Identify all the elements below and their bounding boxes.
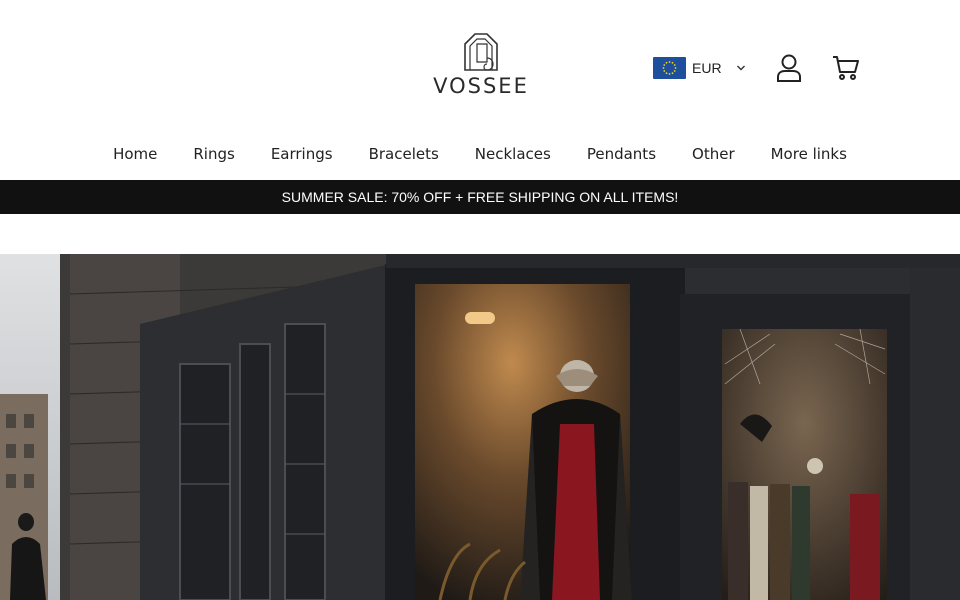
nav-item-rings[interactable]: Rings (193, 131, 234, 177)
chevron-down-icon (736, 65, 745, 71)
cart-button[interactable] (831, 53, 861, 83)
announcement-text: SUMMER SALE: 70% OFF + FREE SHIPPING ON … (281, 189, 679, 205)
user-icon (777, 54, 801, 82)
announcement-bar: SUMMER SALE: 70% OFF + FREE SHIPPING ON … (0, 180, 960, 214)
hero-image (0, 254, 960, 600)
nav-item-earrings[interactable]: Earrings (271, 131, 333, 177)
account-button[interactable] (774, 53, 804, 83)
nav-item-bracelets[interactable]: Bracelets (369, 131, 439, 177)
cart-icon (833, 56, 859, 80)
nav-item-pendants[interactable]: Pendants (587, 131, 656, 177)
nav-item-home[interactable]: Home (113, 131, 157, 177)
currency-code: EUR (692, 60, 722, 76)
site-header: VOSSEE EUR (0, 0, 960, 128)
main-navigation: Home Rings Earrings Bracelets Necklaces … (0, 128, 960, 180)
brand-name: VOSSEE (433, 74, 529, 98)
hero-banner[interactable] (0, 254, 960, 600)
nav-item-more-links[interactable]: More links (771, 131, 847, 177)
currency-selector[interactable]: EUR (653, 57, 746, 79)
eu-flag-icon (653, 57, 686, 79)
logo-mark-icon (464, 33, 498, 71)
nav-item-other[interactable]: Other (692, 131, 735, 177)
nav-item-necklaces[interactable]: Necklaces (475, 131, 551, 177)
brand-logo[interactable]: VOSSEE (428, 32, 534, 102)
